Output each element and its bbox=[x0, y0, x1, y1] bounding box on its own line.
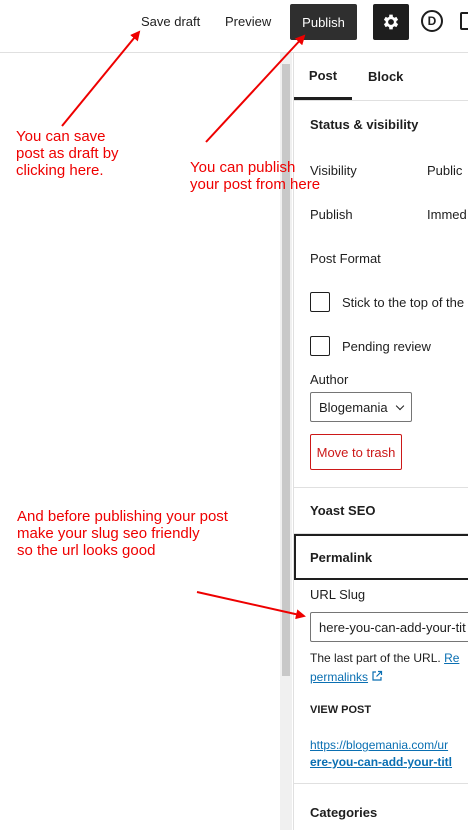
slug-arrow bbox=[196, 591, 306, 620]
save-draft-arrow bbox=[61, 30, 141, 127]
publish-arrow bbox=[205, 34, 306, 143]
annotation-arrows bbox=[61, 30, 306, 620]
